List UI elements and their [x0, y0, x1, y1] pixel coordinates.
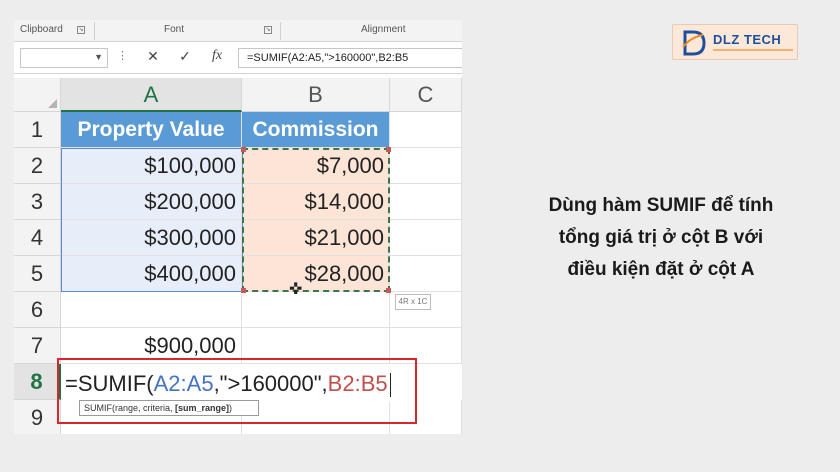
- cell-c3[interactable]: [390, 184, 462, 220]
- row-header-1[interactable]: 1: [14, 112, 61, 148]
- tooltip-signature: SUMIF(range, criteria,: [84, 403, 176, 413]
- cancel-icon[interactable]: ✕: [144, 48, 162, 65]
- row-header-4[interactable]: 4: [14, 220, 61, 256]
- column-header-b[interactable]: B: [242, 78, 390, 112]
- cell-b4[interactable]: $21,000: [242, 220, 390, 256]
- row-header-6[interactable]: 6: [14, 292, 61, 328]
- page: Clipboard ↘ Font ↘ Alignment ▼ ⋮ ✕ ✓ fx …: [0, 0, 840, 472]
- row-header-2[interactable]: 2: [14, 148, 61, 184]
- spreadsheet-grid: A B C 1 2 3 4 5 6 7 8 9 Property Value C…: [14, 78, 462, 434]
- column-header-c[interactable]: C: [390, 78, 462, 112]
- excel-screenshot: Clipboard ↘ Font ↘ Alignment ▼ ⋮ ✕ ✓ fx …: [14, 20, 462, 434]
- cell-b5[interactable]: $28,000: [242, 256, 390, 292]
- font-launcher-icon[interactable]: ↘: [264, 26, 272, 34]
- formula-bar: ▼ ⋮ ✕ ✓ fx =SUMIF(A2:A5,">160000",B2:B5: [14, 42, 462, 74]
- cell-c7[interactable]: [390, 328, 462, 364]
- cell-a5[interactable]: $400,000: [61, 256, 242, 292]
- row-header-7[interactable]: 7: [14, 328, 61, 364]
- cell-c9[interactable]: [390, 400, 462, 434]
- caption-line-2: tổng giá trị ở cột B với: [558, 227, 764, 248]
- cell-a4[interactable]: $300,000: [61, 220, 242, 256]
- cell-b2[interactable]: $7,000: [242, 148, 390, 184]
- cell-c5[interactable]: [390, 256, 462, 292]
- ribbon-separator: [94, 22, 95, 40]
- more-options-icon[interactable]: ⋮: [117, 49, 129, 62]
- tooltip-active-argument: [sum_range]: [175, 403, 230, 413]
- cell-cursor-icon: ✜: [289, 281, 303, 298]
- chevron-down-icon[interactable]: ▼: [94, 52, 103, 62]
- ribbon-group-strip: Clipboard ↘ Font ↘ Alignment: [14, 20, 462, 42]
- logo-text: DLZ TECH: [713, 32, 782, 47]
- ribbon-group-alignment[interactable]: Alignment: [361, 24, 405, 35]
- row-header-8[interactable]: 8: [14, 364, 61, 400]
- function-signature-tooltip[interactable]: SUMIF(range, criteria, [sum_range]): [79, 400, 259, 416]
- cell-a2[interactable]: $100,000: [61, 148, 242, 184]
- dlz-tech-logo: DLZ TECH: [672, 24, 798, 60]
- formula-range-ref: A2:A5: [153, 371, 214, 396]
- column-header-a[interactable]: A: [61, 78, 242, 112]
- formula-input[interactable]: =SUMIF(A2:A5,">160000",B2:B5: [238, 48, 462, 68]
- row-header-3[interactable]: 3: [14, 184, 61, 220]
- cell-a7[interactable]: $900,000: [61, 328, 242, 364]
- caption-line-3: điều kiện đặt ở cột A: [567, 259, 755, 280]
- selection-size-tooltip: 4R x 1C: [395, 294, 431, 310]
- clipboard-launcher-icon[interactable]: ↘: [77, 26, 85, 34]
- cell-a6[interactable]: [61, 292, 242, 328]
- cell-a1[interactable]: Property Value: [61, 112, 242, 148]
- logo-tagline-bar: [713, 49, 793, 51]
- select-all-corner[interactable]: [14, 78, 61, 112]
- logo-mark-icon: [682, 30, 706, 56]
- formula-prefix: =SUMIF(: [65, 371, 154, 396]
- cell-a3[interactable]: $200,000: [61, 184, 242, 220]
- caption-line-1: Dùng hàm SUMIF để tính: [548, 195, 774, 216]
- ribbon-group-clipboard[interactable]: Clipboard: [20, 24, 63, 35]
- cell-b6[interactable]: [242, 292, 390, 328]
- cell-c1[interactable]: [390, 112, 462, 148]
- cell-b3[interactable]: $14,000: [242, 184, 390, 220]
- tooltip-close: ): [229, 403, 233, 413]
- cell-b9[interactable]: [242, 400, 390, 434]
- cell-c4[interactable]: [390, 220, 462, 256]
- formula-criteria: ,">160000",: [213, 371, 328, 396]
- ribbon-group-font[interactable]: Font: [164, 24, 184, 35]
- enter-icon[interactable]: ✓: [176, 48, 194, 65]
- ribbon-separator: [280, 22, 281, 40]
- name-box[interactable]: ▼: [20, 48, 108, 68]
- cell-a8-editor[interactable]: =SUMIF(A2:A5,">160000",B2:B5: [61, 366, 411, 402]
- row-header-9[interactable]: 9: [14, 400, 61, 434]
- row-header-5[interactable]: 5: [14, 256, 61, 292]
- insert-function-icon[interactable]: fx: [208, 48, 226, 64]
- text-caret: [389, 373, 391, 398]
- cell-b1[interactable]: Commission: [242, 112, 390, 148]
- select-all-icon: [48, 99, 57, 108]
- cell-b7[interactable]: [242, 328, 390, 364]
- caption-text: Dùng hàm SUMIF để tính tổng giá trị ở cộ…: [520, 190, 802, 286]
- formula-sum-range-ref: B2:B5: [327, 371, 388, 396]
- cell-c2[interactable]: [390, 148, 462, 184]
